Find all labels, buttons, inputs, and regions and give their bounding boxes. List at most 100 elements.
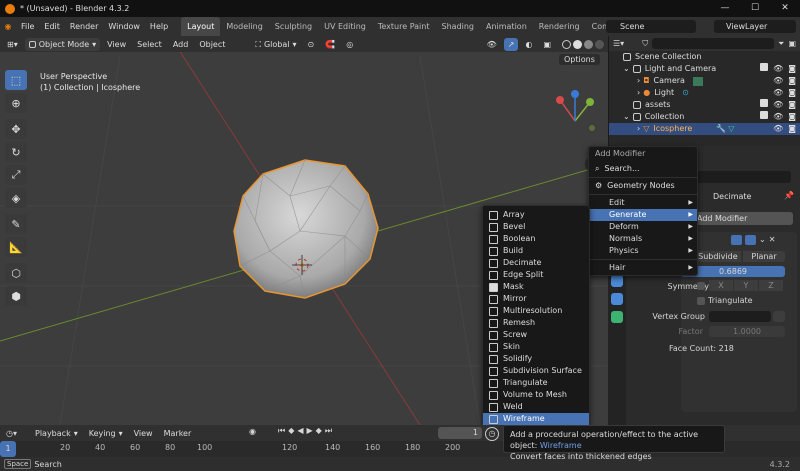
minimize-button[interactable]: —: [710, 0, 740, 17]
navigation-gizmo[interactable]: [556, 90, 595, 131]
expand-arrow-icon[interactable]: ⌄: [623, 63, 630, 75]
menu-item-multiresolution[interactable]: Multiresolution: [483, 305, 589, 317]
expand-arrow-icon[interactable]: ›: [637, 123, 640, 135]
outliner-row-light-and-camera[interactable]: ⌄ Light and Camera 👁 ◙: [609, 63, 800, 75]
show-in-render-icon[interactable]: [745, 235, 756, 245]
tab-animation[interactable]: Animation: [480, 17, 533, 36]
outliner-row-collection[interactable]: ⌄ Collection 👁 ◙: [609, 111, 800, 123]
menu-file[interactable]: File: [16, 17, 39, 36]
outliner-search-input[interactable]: [652, 38, 775, 49]
rotate-tool-icon[interactable]: ↻: [5, 142, 27, 162]
jump-start-icon[interactable]: ⏮: [278, 426, 285, 436]
menu-select[interactable]: Select: [133, 38, 166, 51]
menu-item-physics[interactable]: Physics ▶: [589, 245, 697, 257]
menu-item-triangulate[interactable]: Triangulate: [483, 377, 589, 389]
camera-icon[interactable]: ◙: [788, 123, 796, 135]
rendered-shading-icon[interactable]: [595, 39, 604, 49]
menu-edit[interactable]: Edit: [39, 17, 65, 36]
close-button[interactable]: ✕: [770, 0, 800, 17]
gizmo-toggle-icon[interactable]: ↗: [503, 37, 519, 51]
eye-icon[interactable]: 👁: [773, 111, 783, 123]
filter-icon[interactable]: ⛉: [642, 39, 648, 49]
menu-item-mirror[interactable]: Mirror: [483, 293, 589, 305]
menu-item-volume-to-mesh[interactable]: Volume to Mesh: [483, 389, 589, 401]
tab-layout[interactable]: Layout: [181, 17, 221, 36]
exclude-checkbox[interactable]: [760, 99, 769, 107]
menu-item-array[interactable]: Array: [483, 209, 589, 221]
blender-menu-icon[interactable]: ◉: [0, 22, 16, 31]
pivot-icon[interactable]: ⊙: [304, 38, 319, 51]
axis-z-button[interactable]: Z: [759, 280, 783, 291]
menu-item-solidify[interactable]: Solidify: [483, 353, 589, 365]
show-in-viewport-icon[interactable]: [731, 235, 742, 245]
menu-object[interactable]: Object: [195, 38, 229, 51]
jump-end-icon[interactable]: ⏭: [325, 426, 332, 436]
scale-tool-icon[interactable]: ⤢: [5, 165, 27, 185]
factor-field[interactable]: 1.0000: [709, 326, 785, 337]
options-button[interactable]: Options: [559, 54, 600, 65]
pin-icon[interactable]: 📌: [784, 191, 794, 200]
icosphere-object[interactable]: [233, 159, 379, 299]
tab-uv-editing[interactable]: UV Editing: [318, 17, 372, 36]
exclude-checkbox[interactable]: [760, 111, 769, 119]
solid-shading-icon[interactable]: [573, 39, 582, 49]
camera-icon[interactable]: ◙: [788, 111, 796, 123]
menu-view-timeline[interactable]: View: [130, 427, 157, 440]
prev-keyframe-icon[interactable]: ◆: [288, 426, 294, 436]
camera-icon[interactable]: ◙: [788, 99, 796, 111]
mode-selector[interactable]: Object Mode ▾: [24, 37, 101, 51]
material-shading-icon[interactable]: [584, 39, 593, 49]
symmetry-checkbox[interactable]: [697, 282, 705, 290]
camera-icon[interactable]: ◙: [788, 87, 796, 99]
expand-arrow-icon[interactable]: ›: [637, 87, 640, 99]
expand-arrow-icon[interactable]: ⌄: [623, 111, 630, 123]
menu-item-edge-split[interactable]: Edge Split: [483, 269, 589, 281]
menu-add[interactable]: Add: [169, 38, 193, 51]
playhead-frame[interactable]: 1: [0, 441, 16, 457]
constraints-tab-icon[interactable]: [611, 293, 623, 305]
menu-item-screw[interactable]: Screw: [483, 329, 589, 341]
menu-item-build[interactable]: Build: [483, 245, 589, 257]
menu-item-skin[interactable]: Skin: [483, 341, 589, 353]
remove-modifier-icon[interactable]: ✕: [769, 235, 776, 245]
overlay-toggle-icon[interactable]: ◐: [521, 38, 536, 51]
physics-tab-icon[interactable]: [611, 275, 623, 287]
add-cube-tool-icon[interactable]: ⬡: [5, 263, 27, 283]
eye-icon[interactable]: 👁: [773, 99, 783, 111]
cursor-tool-icon[interactable]: ⊕: [5, 93, 27, 113]
eye-icon[interactable]: 👁: [773, 75, 783, 87]
menu-item-bevel[interactable]: Bevel: [483, 221, 589, 233]
triangulate-checkbox[interactable]: [697, 297, 705, 305]
tab-sculpting[interactable]: Sculpting: [269, 17, 318, 36]
tab-rendering[interactable]: Rendering: [533, 17, 586, 36]
add-primitive-tool-icon[interactable]: ⬢: [5, 286, 27, 306]
mesh-data-icon[interactable]: ▽: [728, 123, 734, 135]
outliner-row-scene-collection[interactable]: Scene Collection: [609, 51, 800, 63]
modifier-wrench-icon[interactable]: 🔧: [716, 123, 726, 135]
eye-icon[interactable]: 👁: [773, 123, 783, 135]
menu-item-remesh[interactable]: Remesh: [483, 317, 589, 329]
transform-tool-icon[interactable]: ◈: [5, 188, 27, 208]
axis-y-button[interactable]: Y: [734, 280, 758, 291]
menu-item-deform[interactable]: Deform ▶: [589, 221, 697, 233]
timeline-editor-type-icon[interactable]: ◷▾: [6, 429, 17, 438]
menu-item-edit[interactable]: Edit ▶: [589, 197, 697, 209]
current-frame-field[interactable]: 1: [438, 427, 482, 439]
dropdown-chevron-icon[interactable]: ⌄: [759, 235, 766, 245]
shading-modes[interactable]: [558, 38, 608, 51]
menu-item-wireframe[interactable]: Wireframe: [483, 413, 589, 425]
scene-selector[interactable]: Scene: [606, 20, 696, 33]
menu-view[interactable]: View: [103, 38, 130, 51]
play-icon[interactable]: ▶: [307, 426, 313, 436]
menu-item-subdivision-surface[interactable]: Subdivision Surface: [483, 365, 589, 377]
expand-arrow-icon[interactable]: ›: [637, 75, 640, 87]
menu-item-normals[interactable]: Normals ▶: [589, 233, 697, 245]
outliner-row-assets[interactable]: assets 👁 ◙: [609, 99, 800, 111]
menu-item-mask[interactable]: Mask: [483, 281, 589, 293]
menu-window[interactable]: Window: [103, 17, 145, 36]
menu-item-boolean[interactable]: Boolean: [483, 233, 589, 245]
vertex-group-field[interactable]: [709, 311, 771, 322]
measure-tool-icon[interactable]: 📐: [5, 237, 27, 257]
menu-playback[interactable]: Playback ▾: [31, 427, 82, 440]
menu-item-decimate[interactable]: Decimate: [483, 257, 589, 269]
